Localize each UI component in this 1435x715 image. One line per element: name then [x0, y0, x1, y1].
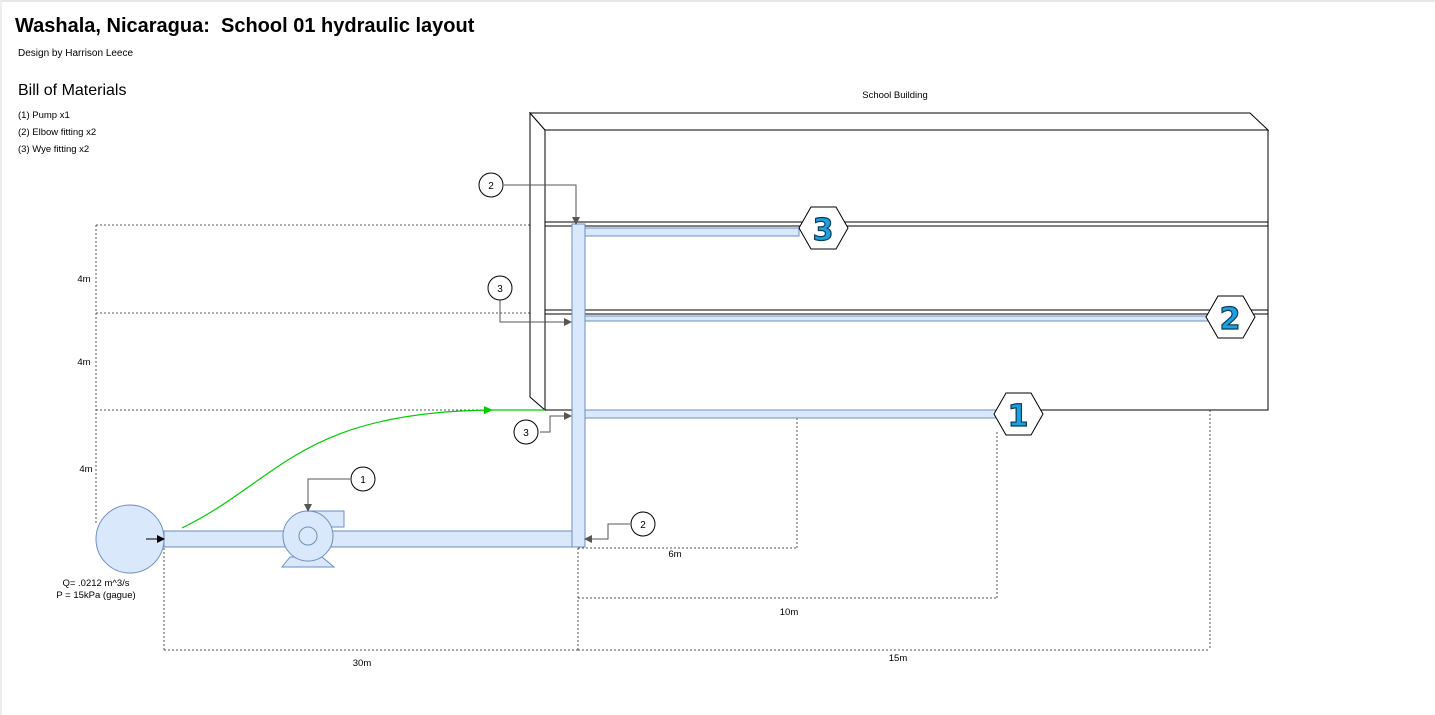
dim-label-10m: 10m	[780, 607, 799, 618]
elevation-label-top: 4m	[77, 274, 90, 285]
source-flow-rate: Q= .0212 m^3/s	[62, 578, 129, 589]
svg-text:2: 2	[1220, 302, 1241, 337]
flow-path-arrow	[181, 406, 493, 529]
svg-text:3: 3	[523, 428, 529, 439]
callout-wye-mid: 3	[487, 275, 513, 301]
callout-elbow-bottom: 2	[630, 511, 656, 537]
dim-label-6m: 6m	[668, 549, 681, 560]
callout-wye-low: 3	[513, 419, 539, 445]
elevation-label-mid: 4m	[77, 357, 90, 368]
hydraulic-diagram: School Building 2 3 3 1 2 3 2 1 4m 4m 4m…	[56, 90, 1270, 669]
svg-text:2: 2	[640, 520, 646, 531]
svg-text:3: 3	[813, 213, 834, 248]
callout-elbow-top: 2	[478, 172, 504, 198]
branch-pipe-floor-2	[584, 315, 1211, 322]
svg-text:1: 1	[1008, 399, 1029, 434]
school-building	[528, 111, 1270, 412]
callout-pump: 1	[350, 466, 376, 492]
branch-pipe-floor-3	[584, 227, 800, 237]
main-supply-pipe	[163, 530, 579, 548]
svg-text:3: 3	[497, 284, 503, 295]
vertical-riser-pipe	[571, 223, 586, 548]
elevation-label-bottom: 4m	[79, 464, 92, 475]
svg-text:1: 1	[360, 475, 366, 486]
source-pressure: P = 15kPa (gague)	[56, 590, 135, 601]
dim-label-15m: 15m	[889, 653, 908, 664]
building-label: School Building	[862, 90, 928, 101]
dim-label-30m: 30m	[353, 658, 372, 669]
svg-text:2: 2	[488, 181, 494, 192]
branch-pipe-floor-1	[584, 409, 1000, 419]
